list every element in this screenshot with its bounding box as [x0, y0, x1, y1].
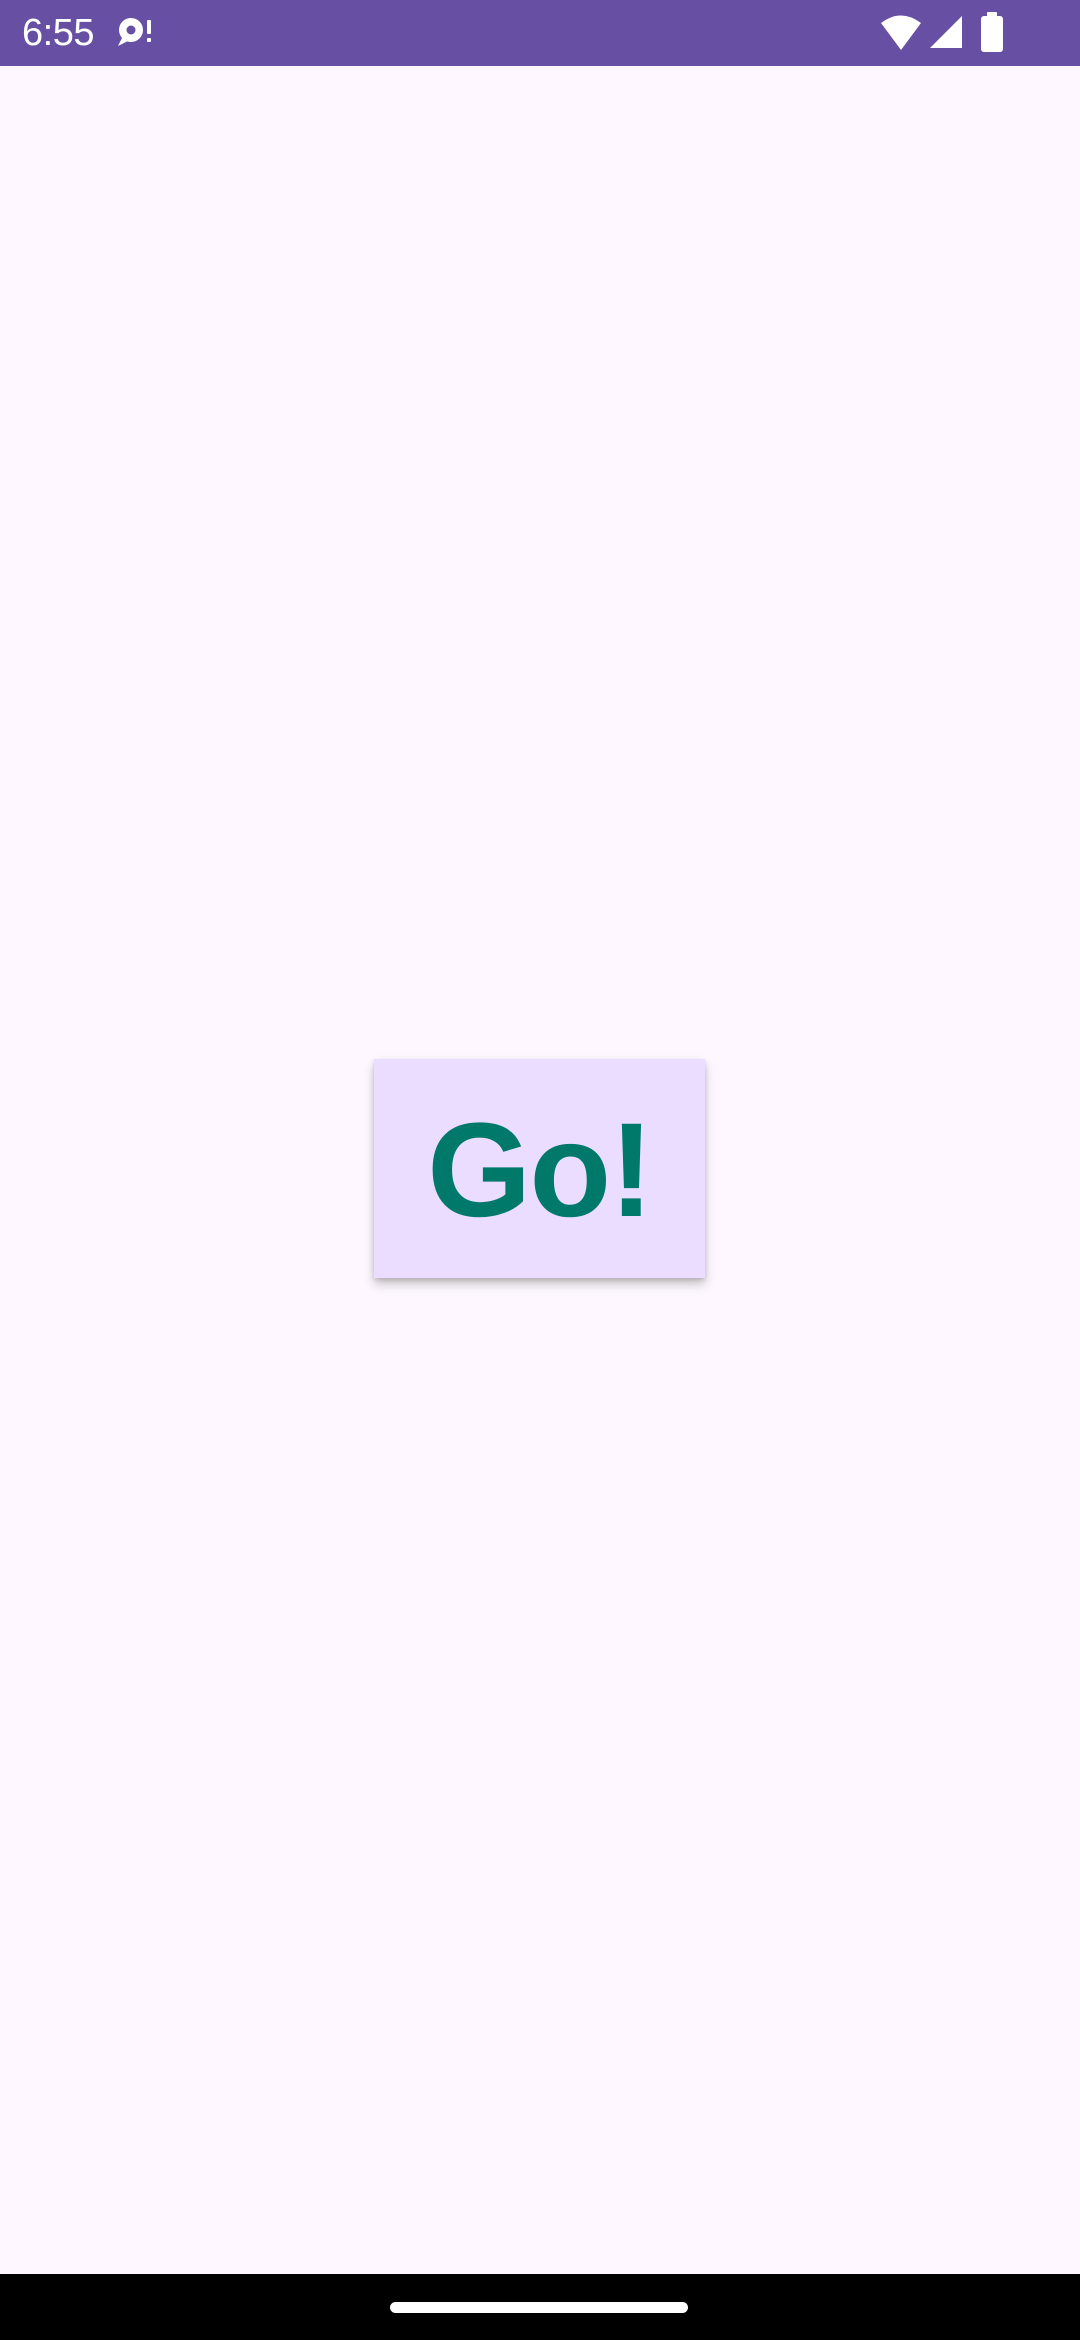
- notification-icon: [114, 14, 154, 54]
- status-bar: 6:55: [0, 0, 1080, 66]
- go-button-label: Go!: [427, 1095, 654, 1245]
- signal-icon: [928, 14, 964, 50]
- home-indicator[interactable]: [390, 2302, 688, 2313]
- wifi-icon: [880, 14, 922, 52]
- main-content: Go!: [0, 66, 1080, 2274]
- status-time: 6:55: [22, 12, 94, 54]
- go-button[interactable]: Go!: [374, 1059, 705, 1278]
- battery-icon: [980, 12, 1004, 52]
- navigation-bar: [0, 2274, 1080, 2340]
